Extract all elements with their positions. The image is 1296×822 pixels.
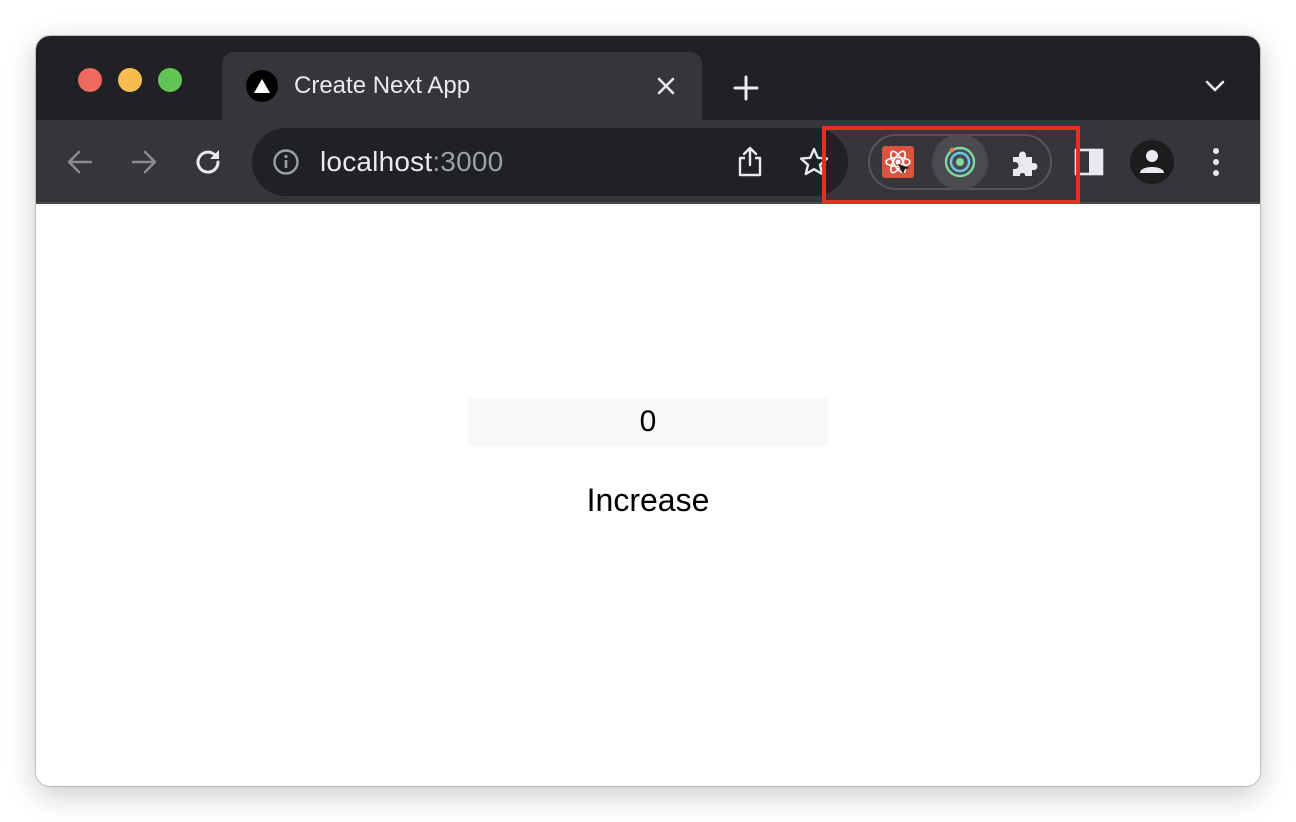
close-window-button[interactable] [78, 68, 102, 92]
url-port: :3000 [432, 146, 504, 177]
forward-arrow-icon[interactable] [128, 146, 160, 178]
minimize-window-button[interactable] [118, 68, 142, 92]
reload-icon[interactable] [192, 146, 224, 178]
url-text: localhost:3000 [320, 146, 503, 178]
chevron-down-icon[interactable] [1204, 78, 1226, 94]
tab-strip: Create Next App [36, 36, 1260, 120]
address-bar[interactable]: localhost:3000 [252, 128, 848, 196]
new-tab-icon[interactable] [732, 74, 760, 102]
increase-button[interactable]: Increase [548, 476, 748, 524]
close-tab-icon[interactable] [656, 76, 676, 96]
back-arrow-icon[interactable] [64, 146, 96, 178]
profile-avatar-icon[interactable] [1130, 140, 1174, 184]
browser-window: Create Next App localhost:3000 0 Increas… [36, 36, 1260, 786]
page-content: 0 Increase [36, 204, 1260, 786]
kebab-menu-icon[interactable] [1206, 146, 1226, 178]
share-icon[interactable] [736, 144, 764, 178]
counter-display: 0 [468, 398, 828, 446]
url-host: localhost [320, 146, 433, 177]
site-info-icon[interactable] [272, 148, 300, 176]
fullscreen-window-button[interactable] [158, 68, 182, 92]
nextjs-favicon-icon [246, 70, 278, 102]
tab-create-next-app[interactable]: Create Next App [222, 52, 702, 120]
extensions-highlight-annotation [822, 126, 1080, 204]
tab-title: Create Next App [294, 72, 471, 99]
